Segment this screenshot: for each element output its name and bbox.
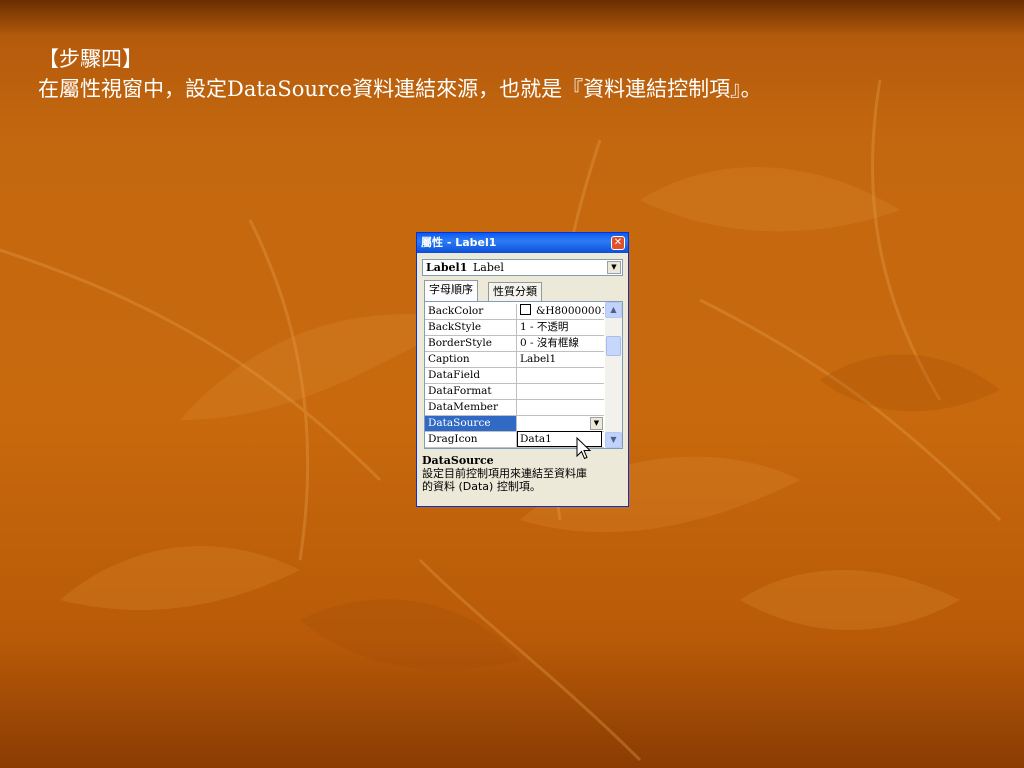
property-name: Caption (425, 352, 517, 368)
object-type: Label (473, 261, 504, 274)
tab-categorized[interactable]: 性質分類 (488, 282, 542, 301)
object-selector[interactable]: Label1 Label ▼ (422, 259, 623, 276)
property-row-caption[interactable]: Caption Label1 (425, 352, 604, 368)
property-name: DataSource (425, 416, 517, 432)
property-value[interactable]: 1 - 不透明 (517, 320, 604, 336)
step-description: 在屬性視窗中，設定DataSource資料連結來源，也就是『資料連結控制項』。 (38, 77, 762, 101)
property-name: DataField (425, 368, 517, 384)
scroll-thumb[interactable] (606, 336, 621, 356)
property-name: DataFormat (425, 384, 517, 400)
property-name: BackColor (425, 304, 517, 320)
property-value[interactable]: &H80000001 (517, 304, 604, 320)
dropdown-option-data1[interactable]: Data1 (520, 433, 552, 445)
property-name: BorderStyle (425, 336, 517, 352)
close-icon: ✕ (613, 237, 623, 248)
mouse-pointer-icon (576, 437, 592, 460)
description-text-line2: 的資料 (Data) 控制項。 (422, 480, 541, 493)
scroll-down-icon[interactable]: ▼ (605, 432, 622, 448)
tab-alphabetic[interactable]: 字母順序 (424, 280, 478, 301)
properties-window[interactable]: 屬性 - Label1 ✕ Label1 Label ▼ 字母順序 性質分類 B… (416, 232, 629, 507)
description-text-line1: 設定目前控制項用來連結至資料庫 (422, 467, 587, 480)
description-panel: DataSource 設定目前控制項用來連結至資料庫 的資料 (Data) 控制… (422, 454, 625, 504)
scroll-up-icon[interactable]: ▲ (605, 302, 622, 318)
description-title: DataSource (422, 454, 494, 467)
property-grid[interactable]: BackColor &H80000001 BackStyle 1 - 不透明 B… (424, 301, 623, 449)
property-name: DragIcon (425, 432, 517, 448)
property-row-borderstyle[interactable]: BorderStyle 0 - 沒有框線 (425, 336, 604, 352)
property-value[interactable]: Label1 (517, 352, 604, 368)
vertical-scrollbar[interactable]: ▲ ▼ (605, 302, 622, 448)
object-name: Label1 (426, 261, 468, 274)
property-value[interactable]: 0 - 沒有框線 (517, 336, 604, 352)
tab-label: 性質分類 (493, 285, 537, 298)
window-title: 屬性 - Label1 (421, 236, 497, 249)
tab-label: 字母順序 (429, 283, 473, 296)
property-value[interactable] (517, 384, 604, 400)
step-heading: 【步驟四】 (38, 47, 143, 71)
slide-instruction: 【步驟四】 在屬性視窗中，設定DataSource資料連結來源，也就是『資料連結… (38, 44, 762, 104)
property-row-backstyle[interactable]: BackStyle 1 - 不透明 (425, 320, 604, 336)
property-name: DataMember (425, 400, 517, 416)
property-value[interactable] (517, 400, 604, 416)
property-value[interactable]: ▼ (517, 416, 604, 432)
window-titlebar[interactable]: 屬性 - Label1 ✕ (417, 233, 628, 253)
property-row-dataformat[interactable]: DataFormat (425, 384, 604, 400)
color-swatch-icon (520, 304, 531, 315)
property-row-datafield[interactable]: DataField (425, 368, 604, 384)
property-row-backcolor[interactable]: BackColor &H80000001 (425, 304, 604, 320)
property-row-datasource[interactable]: DataSource ▼ (425, 416, 604, 432)
close-button[interactable]: ✕ (611, 236, 625, 250)
chevron-down-icon[interactable]: ▼ (607, 261, 621, 274)
property-row-datamember[interactable]: DataMember (425, 400, 604, 416)
property-name: BackStyle (425, 320, 517, 336)
property-value-text: &H80000001 (536, 305, 604, 317)
chevron-down-icon[interactable]: ▼ (590, 417, 603, 430)
property-value[interactable] (517, 368, 604, 384)
